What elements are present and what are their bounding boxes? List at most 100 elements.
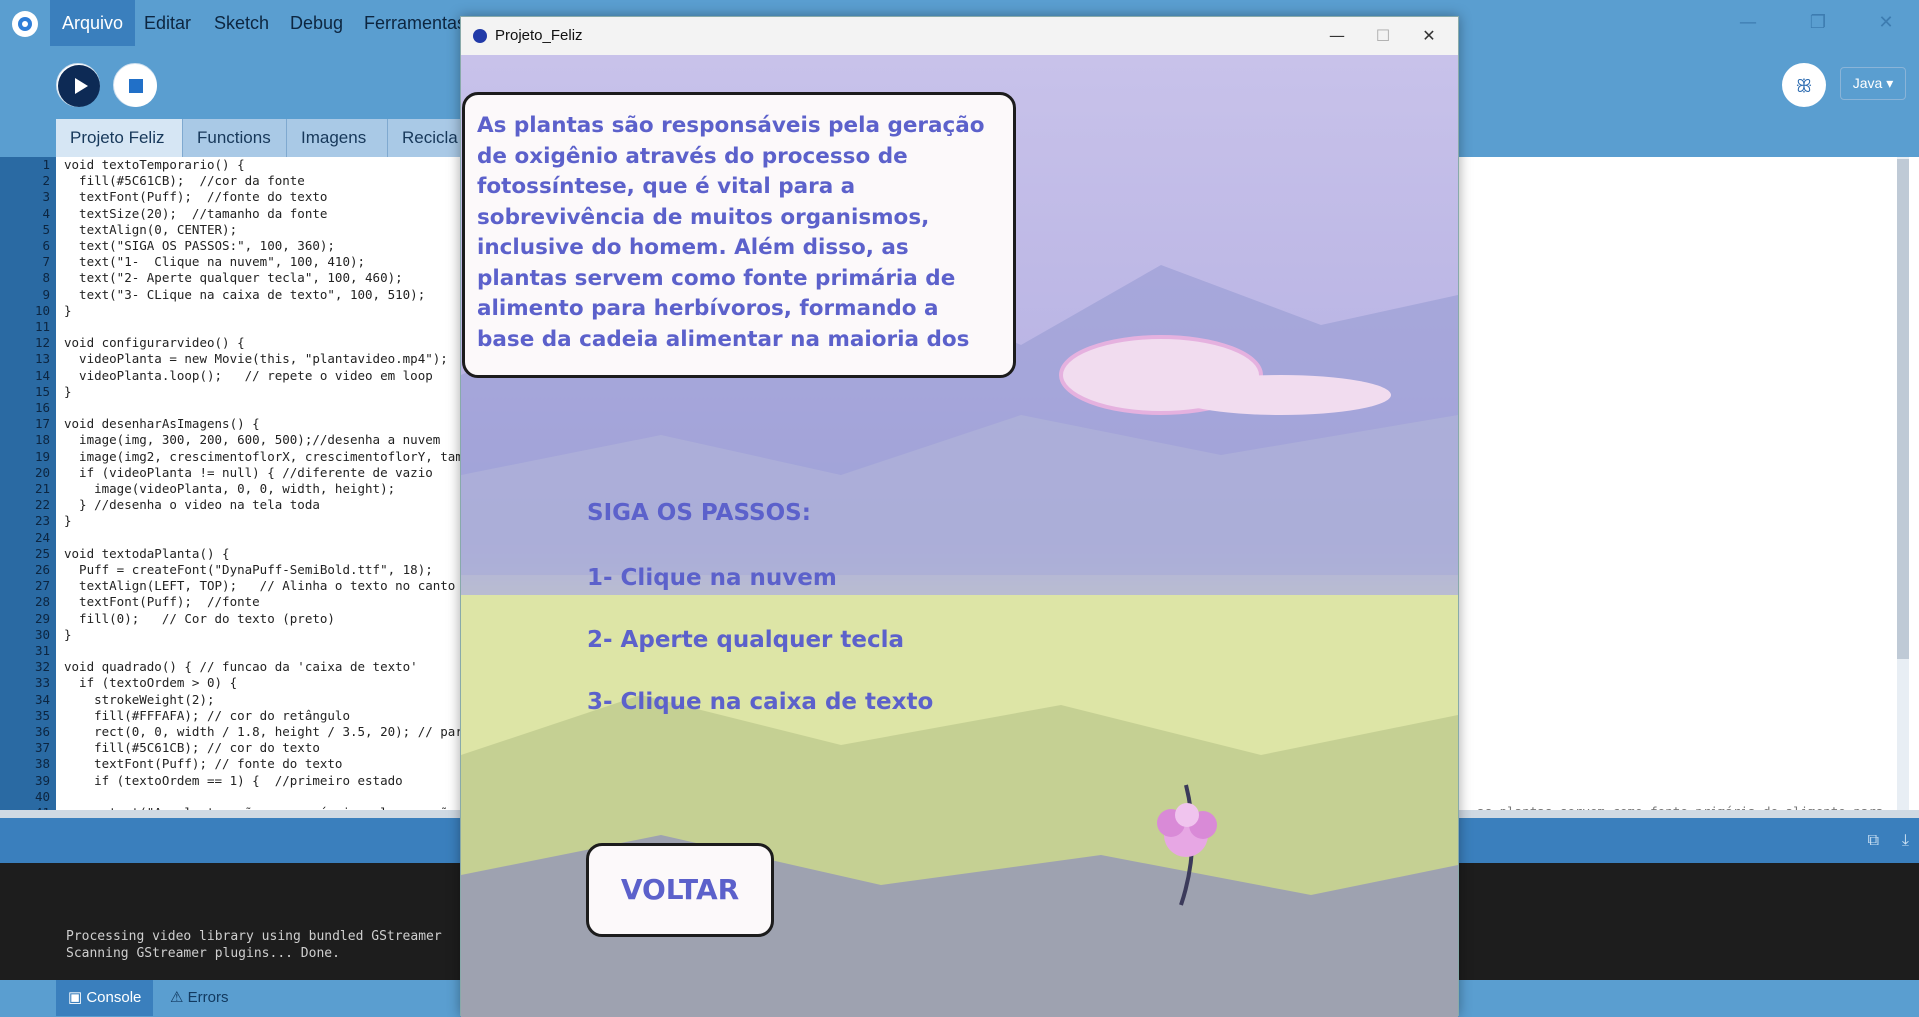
code-line: textAlign(0, CENTER); <box>64 221 238 237</box>
code-line: image(img2, crescimentoflorX, cresciment… <box>64 448 463 464</box>
sketch-titlebar[interactable]: Projeto_Feliz — ☐ ✕ <box>461 17 1458 55</box>
line-number: 8 <box>42 270 50 286</box>
code-line: textSize(20); //tamanho da fonte <box>64 205 328 221</box>
line-number: 11 <box>34 319 50 334</box>
code-line: text("SIGA OS PASSOS:", 100, 360); <box>64 238 335 253</box>
sketch-canvas[interactable]: As plantas são responsáveis pela geração… <box>461 55 1458 1017</box>
line-number: 15 <box>34 383 50 399</box>
line-number: 28 <box>34 594 50 610</box>
code-line: textFont(Puff); //fonte <box>64 594 260 610</box>
code-line: Puff = createFont("DynaPuff-SemiBold.ttf… <box>64 562 433 577</box>
svg-text:ꕥ: ꕥ <box>1796 76 1813 97</box>
processing-logo-icon <box>12 11 38 37</box>
line-number: 35 <box>34 707 50 723</box>
line-number: 20 <box>34 464 50 480</box>
line-number: 22 <box>34 497 50 513</box>
code-line: textFont(Puff); // fonte do texto <box>64 756 343 772</box>
ide-minimize-icon[interactable]: — <box>1728 8 1768 38</box>
menu-sketch[interactable]: Sketch <box>202 0 281 46</box>
run-button[interactable] <box>56 63 100 107</box>
line-number: 37 <box>34 740 50 756</box>
debugger-button[interactable]: ꕥ <box>1782 63 1826 107</box>
code-line: if (videoPlanta != null) { //diferente d… <box>64 464 433 480</box>
sketch-maximize-icon[interactable]: ☐ <box>1360 17 1406 55</box>
code-line: if (textoOrdem == 1) { //primeiro estado <box>64 772 403 788</box>
console-tab[interactable]: ▣ Console <box>56 980 154 1016</box>
mode-selector[interactable]: Java ▾ <box>1840 67 1906 100</box>
line-number: 27 <box>34 578 50 594</box>
line-number: 2 <box>42 173 50 189</box>
voltar-button[interactable]: VOLTAR <box>586 843 774 937</box>
line-number: 34 <box>34 691 50 707</box>
code-line: image(videoPlanta, 0, 0, width, height); <box>64 481 396 496</box>
line-number: 12 <box>34 335 50 351</box>
line-number: 18 <box>34 432 50 448</box>
line-number: 33 <box>34 675 50 691</box>
line-number: 3 <box>42 189 50 205</box>
line-number: 4 <box>42 205 50 221</box>
info-paragraph: As plantas são responsáveis pela geração… <box>477 113 985 352</box>
code-line: rect(0, 0, width / 1.8, height / 3.5, 20… <box>64 724 463 739</box>
sketch-close-icon[interactable]: ✕ <box>1406 17 1452 55</box>
warning-icon: ⚠ <box>170 989 188 1006</box>
step-1: 1- Clique na nuvem <box>587 565 837 591</box>
code-line: void textodaPlanta() { <box>64 545 230 561</box>
processing-ide: Arquivo Editar Sketch Debug Ferramentas … <box>0 0 1919 1017</box>
sketch-title: Projeto_Feliz <box>495 27 583 44</box>
play-icon <box>58 65 100 107</box>
tab-projeto-feliz[interactable]: Projeto Feliz <box>56 119 183 157</box>
menu-arquivo[interactable]: Arquivo <box>50 0 136 46</box>
code-line: text("2- Aperte qualquer tecla", 100, 46… <box>64 270 403 286</box>
line-number: 39 <box>34 772 50 788</box>
code-line: } <box>64 383 72 399</box>
ide-close-icon[interactable]: ✕ <box>1866 8 1906 38</box>
console-tab-label: Console <box>86 989 142 1006</box>
menu-debug[interactable]: Debug <box>278 0 355 46</box>
line-number: 26 <box>34 562 50 577</box>
code-line: fill(#5C61CB); //cor da fonte <box>64 173 305 189</box>
code-line: text("1- Clique na nuvem", 100, 410); <box>64 254 366 270</box>
steps-title: SIGA OS PASSOS: <box>587 500 811 526</box>
code-line: videoPlanta.loop(); // repete o video em… <box>64 367 433 383</box>
console-line: Scanning GStreamer plugins... Done. <box>66 946 340 961</box>
line-number: 1 <box>42 157 50 172</box>
collapse-console-icon[interactable]: ⤓ <box>1902 830 1909 850</box>
ide-maximize-icon[interactable]: ❐ <box>1798 8 1838 38</box>
sketch-minimize-icon[interactable]: — <box>1314 17 1360 55</box>
line-number: 24 <box>34 529 50 545</box>
line-number: 7 <box>42 254 50 270</box>
code-line: void textoTemporario() { <box>64 157 245 172</box>
line-number: 29 <box>34 610 50 626</box>
tab-imagens[interactable]: Imagens <box>287 119 388 157</box>
line-number: 25 <box>34 545 50 561</box>
tab-recicla[interactable]: Recicla <box>388 119 468 157</box>
line-number: 30 <box>34 626 50 642</box>
code-line: } <box>64 302 72 318</box>
line-number: 16 <box>34 400 50 415</box>
line-number: 14 <box>34 367 50 383</box>
menu-editar[interactable]: Editar <box>132 0 203 46</box>
sketch-window: Projeto_Feliz — ☐ ✕ As plantas são respo… <box>460 16 1459 1017</box>
step-2: 2- Aperte qualquer tecla <box>587 627 905 653</box>
step-3: 3- Clique na caixa de texto <box>587 689 934 715</box>
code-line: image(img, 300, 200, 600, 500);//desenha… <box>64 432 441 448</box>
code-line: text("3- CLique na caixa de texto", 100,… <box>64 286 426 302</box>
stop-icon <box>115 65 157 107</box>
bug-icon: ꕥ <box>1796 76 1813 97</box>
stop-button[interactable] <box>113 63 157 107</box>
code-line: void configurarvideo() { <box>64 335 245 351</box>
code-line: textAlign(LEFT, TOP); // Alinha o texto … <box>64 578 456 594</box>
line-number: 17 <box>34 416 50 432</box>
line-number: 13 <box>34 351 50 367</box>
line-number: 38 <box>34 756 50 772</box>
maximize-console-icon[interactable]: ⧉ <box>1868 830 1879 850</box>
info-text-box[interactable]: As plantas são responsáveis pela geração… <box>462 92 1016 378</box>
scrollbar-thumb[interactable] <box>1897 159 1909 659</box>
line-number: 19 <box>34 448 50 464</box>
line-number: 32 <box>34 659 50 675</box>
tab-functions[interactable]: Functions <box>183 119 287 157</box>
line-number: 40 <box>34 788 50 804</box>
code-line: } //desenha o video na tela toda <box>64 497 320 513</box>
errors-tab[interactable]: ⚠ Errors <box>158 980 240 1016</box>
console-icon: ▣ <box>68 989 87 1006</box>
